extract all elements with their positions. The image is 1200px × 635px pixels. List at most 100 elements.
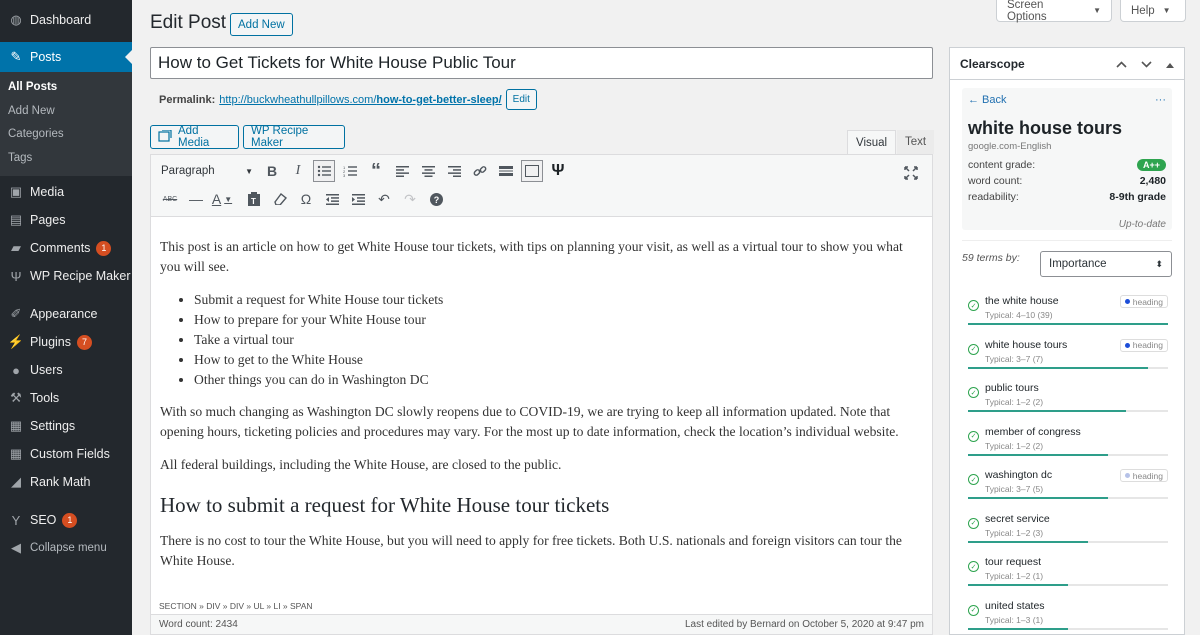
read-more-icon[interactable] — [493, 159, 519, 183]
format-select[interactable]: Paragraph ▼ — [157, 159, 257, 183]
sidebar-item-dashboard[interactable]: ◍ Dashboard — [0, 6, 132, 34]
term-row[interactable]: ✓ the white house Typical: 4–10 (39) headin… — [962, 290, 1172, 334]
custom-fields-icon: ▦ — [9, 446, 23, 461]
align-left-icon[interactable] — [389, 159, 415, 183]
sidebar-item-tools[interactable]: ⚒ Tools — [0, 384, 132, 412]
term-row[interactable]: ✓ secret service Typical: 1–2 (3) — [962, 508, 1172, 552]
collapse-menu-button[interactable]: ◀ Collapse menu — [0, 534, 132, 562]
wp-recipe-maker-button[interactable]: WP Recipe Maker — [243, 125, 345, 149]
blockquote-icon[interactable]: “ — [363, 159, 389, 183]
submenu-categories[interactable]: Categories — [0, 123, 132, 147]
content-grade-badge: A++ — [1136, 159, 1166, 171]
sidebar-item-posts[interactable]: ✎ Posts — [0, 42, 132, 72]
svg-text:3: 3 — [343, 173, 346, 177]
submenu-tags[interactable]: Tags — [0, 147, 132, 171]
check-circle-icon: ✓ — [968, 474, 979, 485]
caret-down-icon: ▼ — [1093, 6, 1101, 15]
bulleted-list-icon[interactable] — [313, 160, 335, 182]
numbered-list-icon[interactable]: 123 — [337, 159, 363, 183]
rank-math-icon: ◢ — [11, 474, 21, 489]
permalink-label: Permalink: — [159, 93, 216, 106]
check-circle-icon: ✓ — [968, 561, 979, 572]
editor-content[interactable]: This post is an article on how to get Wh… — [151, 217, 932, 571]
sidebar-item-comments[interactable]: ▰ Comments 1 — [0, 234, 132, 262]
more-options-icon[interactable]: ··· — [1155, 94, 1166, 106]
term-row[interactable]: ✓ washington dc Typical: 3–7 (5) heading — [962, 464, 1172, 508]
help-icon[interactable]: ? — [423, 187, 449, 211]
move-up-icon[interactable] — [1116, 57, 1127, 71]
italic-icon[interactable]: I — [285, 159, 311, 183]
list-item: How to prepare for your White House tour — [194, 310, 923, 330]
dashboard-icon: ◍ — [10, 12, 22, 27]
term-progress-track — [968, 410, 1168, 412]
link-icon[interactable] — [467, 159, 493, 183]
fork-knife-icon[interactable]: Ψ — [545, 159, 571, 183]
sidebar-item-pages[interactable]: ▤ Pages — [0, 206, 132, 234]
term-row[interactable]: ✓ tour request Typical: 1–2 (1) — [962, 551, 1172, 595]
special-character-icon[interactable]: Ω — [293, 187, 319, 211]
terms-count: 59 terms by: — [962, 252, 1020, 264]
sidebar-item-settings[interactable]: ▦ Settings — [0, 412, 132, 440]
sidebar-item-label: SEO — [30, 513, 57, 527]
sidebar-item-label: Media — [30, 185, 65, 199]
help-button[interactable]: Help ▼ — [1120, 0, 1186, 22]
clearscope-header: Clearscope — [950, 48, 1184, 80]
collapse-panel-icon[interactable] — [1166, 57, 1174, 71]
add-new-button[interactable]: Add New — [230, 13, 293, 36]
sidebar-item-seo[interactable]: Y SEO 1 — [0, 506, 132, 534]
sidebar-item-label: Custom Fields — [30, 447, 110, 461]
page-title: Edit Post — [150, 12, 227, 33]
permalink-edit-button[interactable]: Edit — [505, 89, 537, 110]
horizontal-line-icon[interactable]: — — [183, 187, 209, 211]
tab-visual[interactable]: Visual — [847, 130, 897, 154]
paste-as-text-icon[interactable]: T — [241, 187, 267, 211]
post-editor: Paragraph ▼ B I 123 “ Ψ ABC — A ▼ T Ω ↶ … — [150, 154, 933, 635]
clearscope-summary-card: ← Back ··· white house tours google.com-… — [962, 88, 1172, 230]
outdent-icon[interactable] — [319, 187, 345, 211]
bold-icon[interactable]: B — [259, 159, 285, 183]
permalink-link[interactable]: http://buckwheathullpillows.com/how-to-g… — [219, 94, 501, 106]
tag-dot-icon — [1124, 473, 1130, 478]
redo-icon[interactable]: ↷ — [397, 187, 423, 211]
clear-formatting-icon[interactable] — [267, 187, 293, 211]
toolbar-toggle-icon[interactable] — [521, 160, 543, 182]
sidebar-item-custom-fields[interactable]: ▦ Custom Fields — [0, 440, 132, 468]
paragraph-closed: All federal buildings, including the Whi… — [160, 457, 562, 472]
fullscreen-icon[interactable] — [898, 161, 924, 185]
term-row[interactable]: ✓ public tours Typical: 1–2 (2) — [962, 377, 1172, 421]
back-link[interactable]: ← Back — [968, 94, 1007, 106]
submenu-all-posts[interactable]: All Posts — [0, 76, 132, 100]
paragraph-cost: There is no cost to tour the White House… — [160, 533, 902, 568]
sidebar-item-rank-math[interactable]: ◢ Rank Math — [0, 468, 132, 496]
sidebar-item-users[interactable]: ● Users — [0, 356, 132, 384]
sidebar-item-media[interactable]: ▣ Media — [0, 178, 132, 206]
term-row[interactable]: ✓ member of congress Typical: 1–2 (2) — [962, 421, 1172, 465]
move-down-icon[interactable] — [1141, 57, 1152, 71]
strikethrough-icon[interactable]: ABC — [157, 187, 183, 211]
word-count-label: word count: — [968, 175, 1023, 187]
align-center-icon[interactable] — [415, 159, 441, 183]
tab-text[interactable]: Text — [897, 130, 935, 154]
indent-icon[interactable] — [345, 187, 371, 211]
term-name: member of congress — [985, 425, 1081, 438]
permalink-slug: how-to-get-better-sleep/ — [376, 93, 502, 106]
undo-icon[interactable]: ↶ — [371, 187, 397, 211]
post-title-input[interactable]: How to Get Tickets for White House Publi… — [150, 47, 933, 79]
add-media-icon — [158, 128, 172, 145]
sort-select[interactable]: Importance ⬍ — [1040, 251, 1172, 277]
text-color-icon[interactable]: A ▼ — [209, 187, 235, 211]
term-row[interactable]: ✓ white house tours Typical: 3–7 (7) headin… — [962, 334, 1172, 378]
sidebar-item-wp-recipe-maker[interactable]: Ψ WP Recipe Maker — [0, 262, 132, 290]
sidebar-item-plugins[interactable]: ⚡ Plugins 7 — [0, 328, 132, 356]
align-right-icon[interactable] — [441, 159, 467, 183]
screen-options-button[interactable]: Screen Options ▼ — [996, 0, 1112, 23]
submenu-add-new[interactable]: Add New — [0, 100, 132, 124]
add-media-button[interactable]: Add Media — [150, 125, 239, 149]
term-row[interactable]: ✓ united states Typical: 1–3 (1) — [962, 595, 1172, 635]
editor-status-bar: Word count: 2434 Last edited by Bernard … — [151, 614, 932, 634]
heading-tag: heading — [1119, 295, 1168, 308]
term-typical-range: Typical: 4–10 (39) — [985, 310, 1053, 320]
term-progress-fill — [968, 453, 1108, 456]
sidebar-item-appearance[interactable]: ✐ Appearance — [0, 300, 132, 328]
term-progress-fill — [968, 497, 1108, 499]
